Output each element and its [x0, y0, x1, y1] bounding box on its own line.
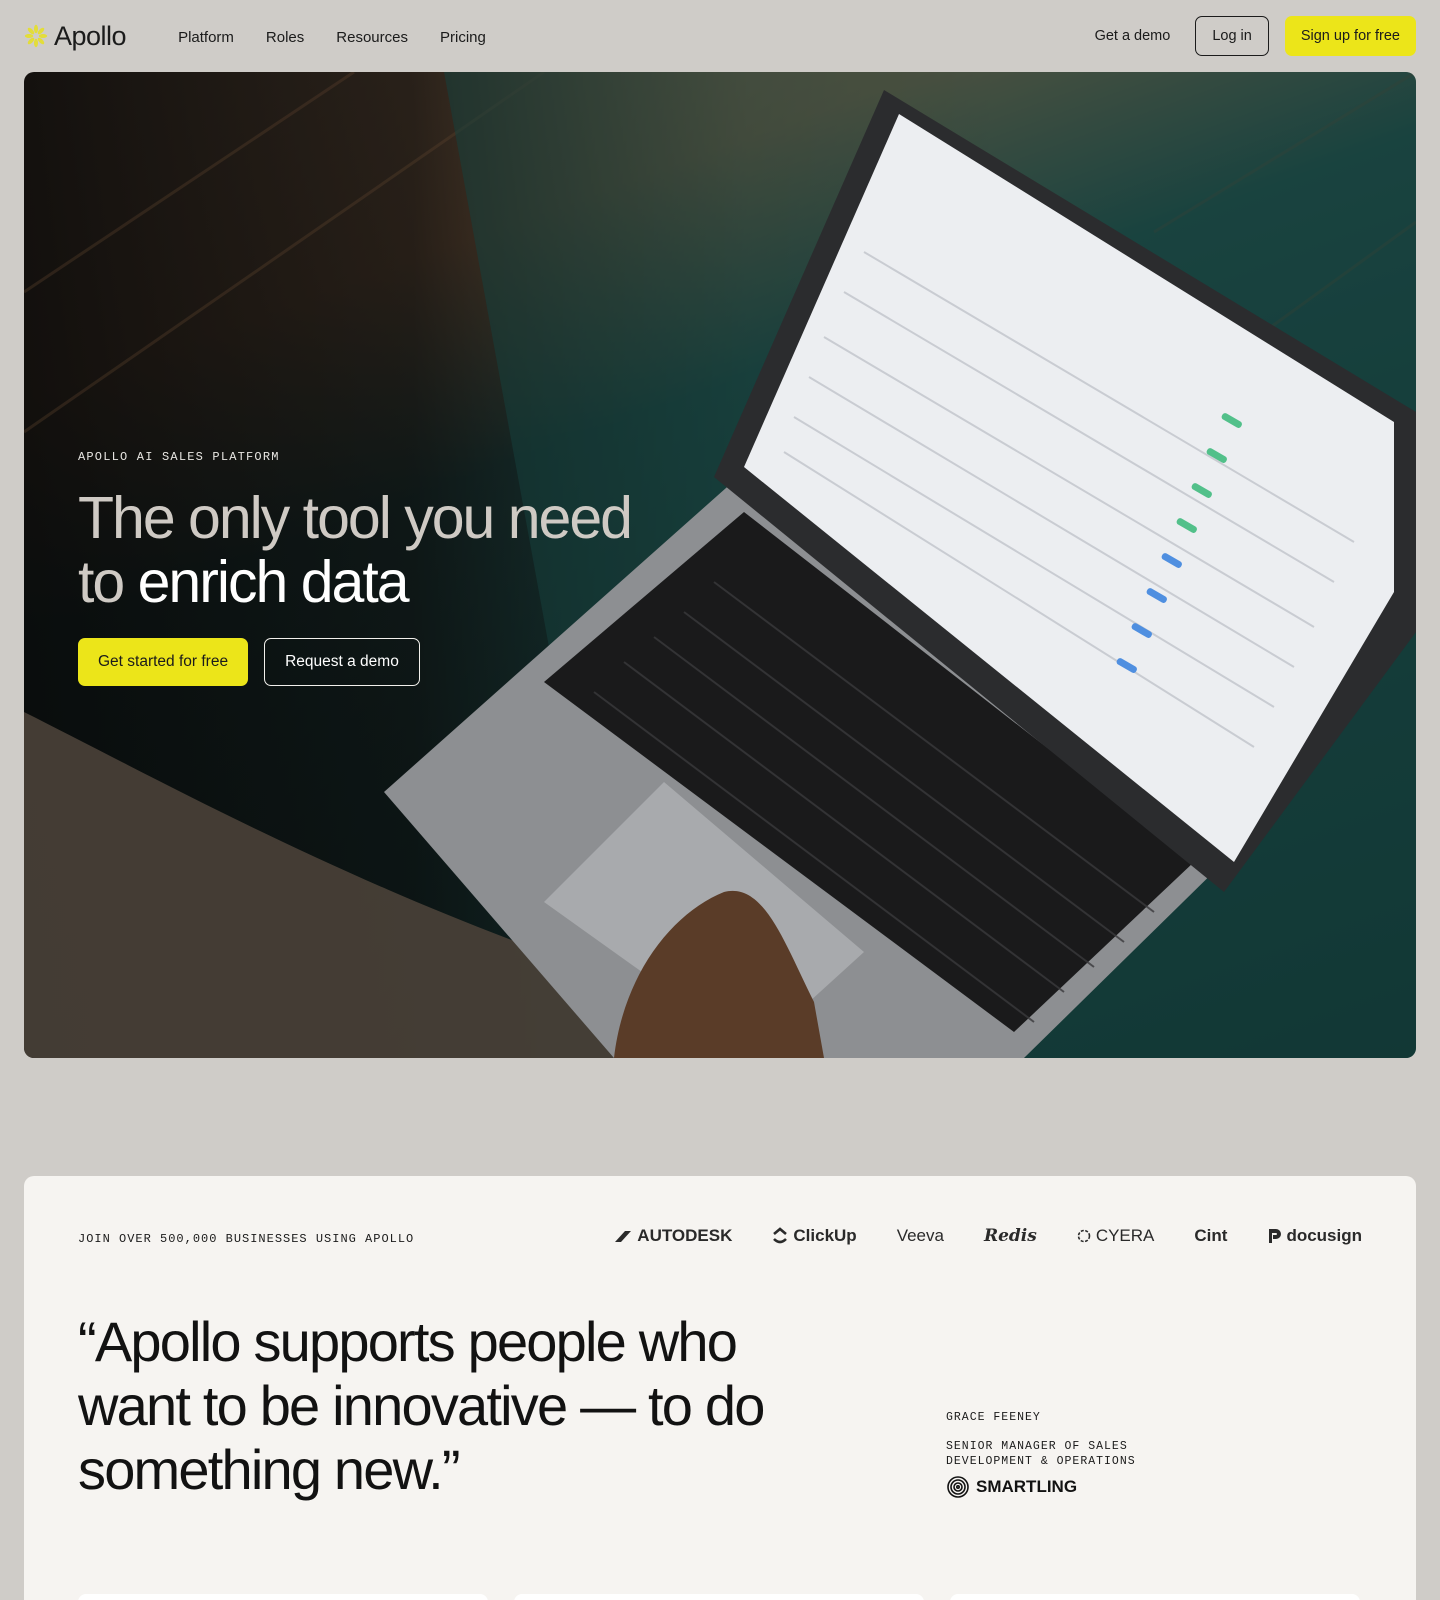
- feature-tile: [950, 1594, 1360, 1600]
- request-demo-button[interactable]: Request a demo: [264, 638, 420, 686]
- hero-eyebrow: APOLLO AI SALES PLATFORM: [78, 450, 280, 464]
- hero-title-line1: The only tool you need: [78, 485, 633, 551]
- hero-actions: Get started for free Request a demo: [78, 638, 698, 686]
- cyera-mark-icon: [1077, 1229, 1091, 1243]
- nav-item-platform[interactable]: Platform: [178, 29, 234, 46]
- hero-section: APOLLO AI SALES PLATFORM The only tool y…: [24, 72, 1416, 1058]
- hero-title-emphasis: enrich data: [137, 549, 410, 615]
- get-demo-link[interactable]: Get a demo: [1095, 28, 1171, 44]
- smartling-logo-icon: [947, 1476, 969, 1498]
- hero-content: APOLLO AI SALES PLATFORM The only tool y…: [78, 450, 698, 686]
- customer-logos: AUTODESK ClickUp Veeva Redis CYERA Cint …: [614, 1226, 1362, 1246]
- nav-item-roles[interactable]: Roles: [266, 29, 304, 46]
- veeva-logo: Veeva: [896, 1226, 944, 1245]
- login-button[interactable]: Log in: [1195, 16, 1269, 56]
- social-proof-card: JOIN OVER 500,000 BUSINESSES USING APOLL…: [24, 1176, 1416, 1600]
- nav-item-pricing[interactable]: Pricing: [440, 29, 486, 46]
- docusign-logo: docusign: [1267, 1226, 1362, 1246]
- clickup-mark-icon: [773, 1227, 788, 1244]
- docusign-mark-icon: [1269, 1229, 1282, 1243]
- apollo-sunburst-icon: [24, 24, 48, 48]
- testimonial-quote: “Apollo supports people who want to be i…: [78, 1310, 765, 1501]
- author-role: SENIOR MANAGER OF SALES DEVELOPMENT & OP…: [946, 1440, 1136, 1468]
- testimonial-attribution: GRACE FEENEY SENIOR MANAGER OF SALES DEV…: [946, 1410, 1166, 1499]
- cyera-logo: CYERA: [1077, 1226, 1154, 1246]
- businesses-count-label: JOIN OVER 500,000 BUSINESSES USING APOLL…: [78, 1232, 415, 1246]
- nav-item-resources[interactable]: Resources: [336, 29, 408, 46]
- feature-tile: [78, 1594, 488, 1600]
- autodesk-mark-icon: [615, 1231, 632, 1242]
- cint-logo: Cint: [1194, 1226, 1228, 1245]
- author-company: SMARTLING: [946, 1475, 1166, 1499]
- redis-logo: Redis: [983, 1226, 1037, 1246]
- clickup-logo: ClickUp: [772, 1226, 857, 1246]
- hero-title-prefix: to: [78, 549, 138, 615]
- get-started-button[interactable]: Get started for free: [78, 638, 249, 686]
- company-name: SMARTLING: [976, 1477, 1078, 1496]
- signup-button[interactable]: Sign up for free: [1284, 16, 1416, 56]
- author-name: GRACE FEENEY: [946, 1411, 1041, 1424]
- apollo-logo-link[interactable]: Apollo: [24, 20, 127, 52]
- top-navigation: Apollo Platform Roles Resources Pricing …: [0, 0, 1440, 72]
- feature-tile: [514, 1594, 924, 1600]
- nav-actions: Get a demo Log in Sign up for free: [1095, 16, 1416, 56]
- autodesk-logo: AUTODESK: [614, 1226, 732, 1246]
- brand-name: Apollo: [54, 20, 127, 51]
- hero-title: The only tool you need to enrich data: [78, 486, 698, 614]
- main-menu: Platform Roles Resources Pricing: [178, 29, 486, 46]
- feature-tiles-row: [78, 1594, 1360, 1600]
